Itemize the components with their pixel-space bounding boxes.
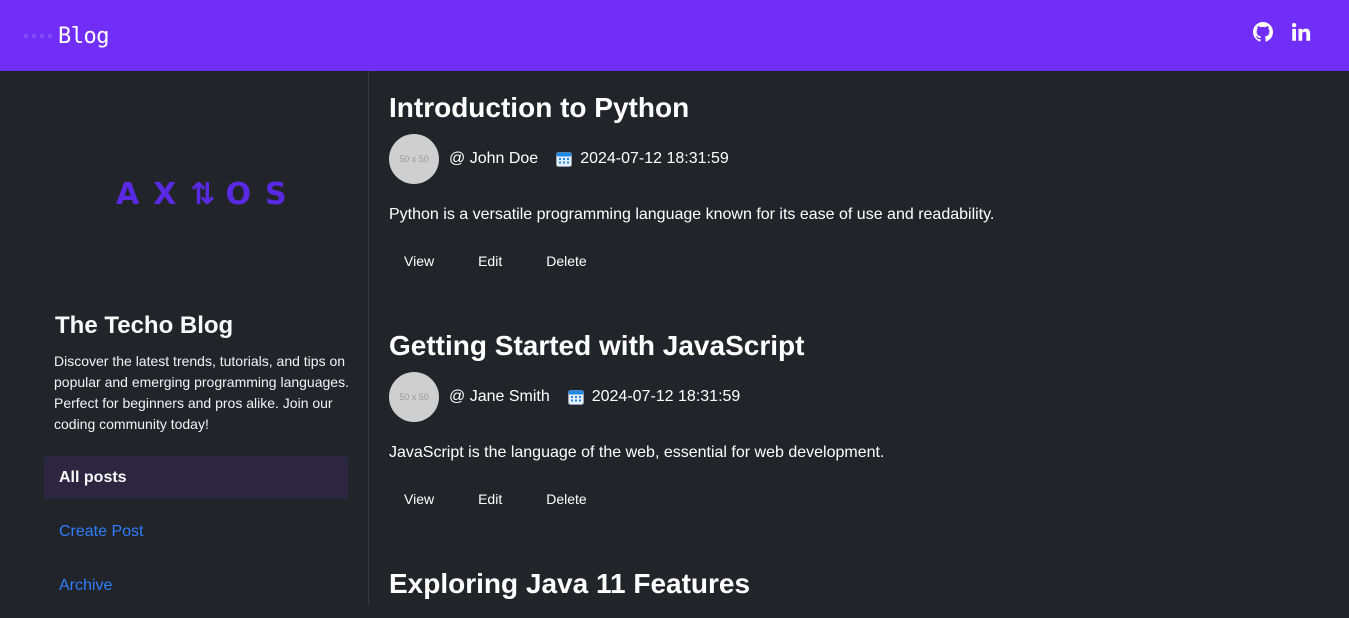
axios-logo: AX⇅OS [116, 177, 301, 212]
sidebar-item-create-post[interactable]: Create Post [44, 510, 348, 553]
brand-text: Blog [58, 23, 109, 49]
post-meta: 50 x 50 @ Jane Smith 2024-07-12 18:31:59 [389, 372, 740, 422]
social-links [1253, 22, 1311, 42]
post-author: @ John Doe [449, 150, 539, 167]
brand-link[interactable]: Blog [24, 22, 109, 50]
edit-button[interactable]: Edit [463, 485, 517, 513]
view-button[interactable]: View [389, 485, 449, 513]
linkedin-icon[interactable] [1291, 22, 1311, 42]
post-title[interactable]: Exploring Java 11 Features [389, 568, 1329, 600]
sidebar-item-all-posts[interactable]: All posts [44, 456, 348, 499]
post-card: Getting Started with JavaScript 50 x 50 … [389, 330, 1329, 507]
post-meta: 50 x 50 @ John Doe 2024-07-12 18:31:59 [389, 134, 729, 184]
post-actions: View Edit Delete [389, 485, 616, 513]
post-card: Exploring Java 11 Features [389, 568, 1329, 600]
post-title[interactable]: Getting Started with JavaScript [389, 330, 1329, 362]
post-date: 2024-07-12 18:31:59 [580, 150, 729, 167]
calendar-icon [567, 390, 584, 405]
github-icon[interactable] [1253, 22, 1273, 42]
post-title[interactable]: Introduction to Python [389, 92, 1329, 124]
delete-button[interactable]: Delete [531, 485, 601, 513]
post-actions: View Edit Delete [389, 247, 616, 275]
delete-button[interactable]: Delete [531, 247, 601, 275]
calendar-icon [556, 152, 573, 167]
sidebar-item-archive[interactable]: Archive [44, 564, 348, 607]
brand-logo-icon [24, 30, 56, 42]
top-navbar: Blog [0, 0, 1349, 71]
sidebar: AX⇅OS The Techo Blog Discover the latest… [0, 71, 369, 605]
post-author: @ Jane Smith [449, 388, 550, 405]
sidebar-nav: All posts Create Post Archive [44, 456, 348, 618]
blog-description: Discover the latest trends, tutorials, a… [54, 353, 349, 432]
avatar: 50 x 50 [389, 134, 439, 184]
post-card: Introduction to Python 50 x 50 @ John Do… [389, 92, 1329, 269]
avatar: 50 x 50 [389, 372, 439, 422]
edit-button[interactable]: Edit [463, 247, 517, 275]
post-date: 2024-07-12 18:31:59 [591, 388, 741, 405]
post-summary: JavaScript is the language of the web, e… [389, 444, 885, 461]
view-button[interactable]: View [389, 247, 449, 275]
blog-title: The Techo Blog [55, 312, 234, 339]
post-summary: Python is a versatile programming langua… [389, 206, 995, 223]
